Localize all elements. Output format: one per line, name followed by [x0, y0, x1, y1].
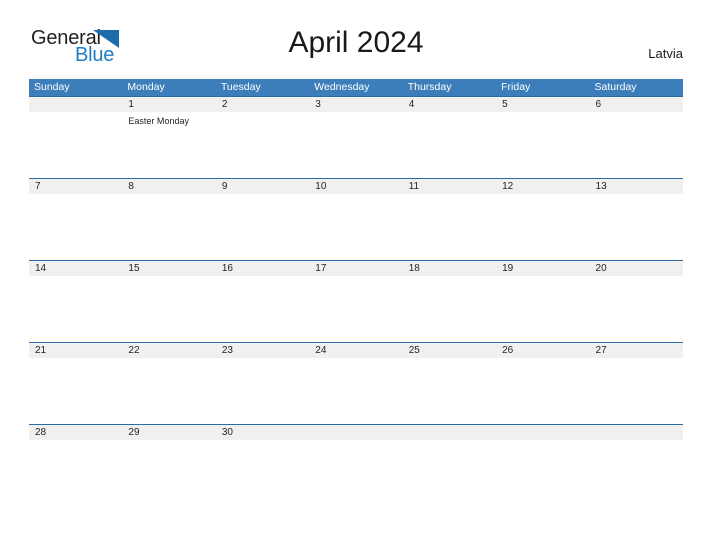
date-number[interactable]: 5: [496, 97, 589, 112]
date-number[interactable]: 1: [122, 97, 215, 112]
date-number[interactable]: 28: [29, 425, 122, 440]
date-number[interactable]: 18: [403, 261, 496, 276]
date-number[interactable]: 22: [122, 343, 215, 358]
date-number[interactable]: 30: [216, 425, 309, 440]
day-cell[interactable]: [122, 440, 215, 506]
day-cell[interactable]: [29, 276, 122, 342]
date-number[interactable]: [496, 425, 589, 440]
day-cell[interactable]: [403, 276, 496, 342]
date-number[interactable]: 20: [590, 261, 683, 276]
date-number[interactable]: 10: [309, 179, 402, 194]
page-header: General Blue April 2024 Latvia: [0, 0, 712, 65]
region-label: Latvia: [648, 46, 683, 61]
day-cell[interactable]: [309, 358, 402, 424]
day-cell[interactable]: [309, 440, 402, 506]
weekday-header-saturday: Saturday: [594, 81, 637, 93]
day-cell[interactable]: [496, 358, 589, 424]
calendar-week-row: 14 15 16 17 18 19 20: [29, 260, 683, 342]
date-number[interactable]: 25: [403, 343, 496, 358]
day-cell[interactable]: [496, 112, 589, 178]
day-cell[interactable]: [590, 276, 683, 342]
date-number[interactable]: [309, 425, 402, 440]
date-number[interactable]: 26: [496, 343, 589, 358]
day-cell[interactable]: [122, 194, 215, 260]
day-cell[interactable]: [216, 194, 309, 260]
weekday-header-thursday: Thursday: [407, 81, 452, 93]
day-cell[interactable]: [216, 276, 309, 342]
event-row: Easter Monday: [29, 112, 683, 178]
calendar-grid: Sunday Monday Tuesday Wednesday Thursday…: [29, 79, 683, 506]
event-row: [29, 358, 683, 424]
date-number[interactable]: 2: [216, 97, 309, 112]
day-cell[interactable]: [29, 194, 122, 260]
day-cell[interactable]: Easter Monday: [122, 112, 215, 178]
event-label: Easter Monday: [128, 116, 189, 126]
date-number-row: 28 29 30: [29, 425, 683, 440]
date-number[interactable]: 4: [403, 97, 496, 112]
date-number[interactable]: 29: [122, 425, 215, 440]
weekday-header-wednesday: Wednesday: [314, 81, 370, 93]
weekday-header-monday: Monday: [127, 81, 165, 93]
weekday-header-row: Sunday Monday Tuesday Wednesday Thursday…: [29, 79, 683, 96]
weekday-header-tuesday: Tuesday: [220, 81, 261, 93]
date-number[interactable]: 19: [496, 261, 589, 276]
calendar-week-row: 28 29 30: [29, 424, 683, 506]
date-number[interactable]: [590, 425, 683, 440]
date-number[interactable]: [403, 425, 496, 440]
date-number-row: 1 2 3 4 5 6: [29, 97, 683, 112]
date-number[interactable]: 15: [122, 261, 215, 276]
date-number[interactable]: 16: [216, 261, 309, 276]
day-cell[interactable]: [29, 358, 122, 424]
day-cell[interactable]: [403, 112, 496, 178]
date-number[interactable]: 9: [216, 179, 309, 194]
day-cell[interactable]: [29, 112, 122, 178]
day-cell[interactable]: [590, 440, 683, 506]
day-cell[interactable]: [29, 440, 122, 506]
day-cell[interactable]: [216, 358, 309, 424]
day-cell[interactable]: [403, 358, 496, 424]
date-number-row: 21 22 23 24 25 26 27: [29, 343, 683, 358]
day-cell[interactable]: [496, 440, 589, 506]
day-cell[interactable]: [496, 276, 589, 342]
event-row: [29, 194, 683, 260]
calendar-week-row: 1 2 3 4 5 6 Easter Monday: [29, 96, 683, 178]
date-number[interactable]: 17: [309, 261, 402, 276]
date-number-row: 14 15 16 17 18 19 20: [29, 261, 683, 276]
date-number[interactable]: 24: [309, 343, 402, 358]
date-number[interactable]: 7: [29, 179, 122, 194]
date-number[interactable]: 11: [403, 179, 496, 194]
day-cell[interactable]: [309, 276, 402, 342]
day-cell[interactable]: [496, 194, 589, 260]
date-number[interactable]: 23: [216, 343, 309, 358]
day-cell[interactable]: [122, 276, 215, 342]
day-cell[interactable]: [403, 440, 496, 506]
date-number[interactable]: 13: [590, 179, 683, 194]
date-number[interactable]: 12: [496, 179, 589, 194]
day-cell[interactable]: [590, 358, 683, 424]
page-title: April 2024: [288, 26, 424, 59]
day-cell[interactable]: [216, 112, 309, 178]
date-number[interactable]: 21: [29, 343, 122, 358]
date-number[interactable]: 14: [29, 261, 122, 276]
event-row: [29, 276, 683, 342]
day-cell[interactable]: [590, 112, 683, 178]
date-number[interactable]: 8: [122, 179, 215, 194]
weekday-header-sunday: Sunday: [34, 81, 70, 93]
date-number[interactable]: 3: [309, 97, 402, 112]
day-cell[interactable]: [590, 194, 683, 260]
day-cell[interactable]: [122, 358, 215, 424]
date-number[interactable]: 27: [590, 343, 683, 358]
day-cell[interactable]: [216, 440, 309, 506]
date-number[interactable]: [29, 97, 122, 112]
date-number[interactable]: 6: [590, 97, 683, 112]
day-cell[interactable]: [309, 194, 402, 260]
calendar-week-row: 7 8 9 10 11 12 13: [29, 178, 683, 260]
day-cell[interactable]: [403, 194, 496, 260]
weekday-header-friday: Friday: [501, 81, 531, 93]
calendar-page: General Blue April 2024 Latvia Sunday Mo…: [0, 0, 712, 550]
event-row: [29, 440, 683, 506]
date-number-row: 7 8 9 10 11 12 13: [29, 179, 683, 194]
calendar-week-row: 21 22 23 24 25 26 27: [29, 342, 683, 424]
day-cell[interactable]: [309, 112, 402, 178]
